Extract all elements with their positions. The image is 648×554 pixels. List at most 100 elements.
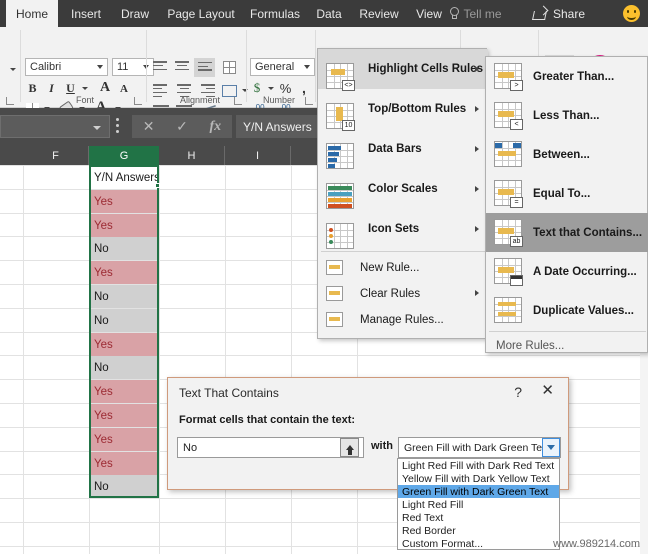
- formula-bar-kebab-icon[interactable]: [116, 118, 119, 121]
- cf-menu-item-new-rule[interactable]: New Rule...: [318, 255, 488, 280]
- ribbon-tab-home[interactable]: Home: [6, 0, 58, 27]
- currency-caret-icon[interactable]: [268, 87, 274, 90]
- cell-G14[interactable]: No: [91, 475, 157, 498]
- bold-label: B: [28, 81, 36, 96]
- data-bars-icon: [326, 143, 354, 169]
- column-header-label: G: [120, 150, 129, 162]
- dialog-text-input[interactable]: No: [177, 437, 364, 458]
- column-header-I[interactable]: I: [225, 146, 291, 165]
- cf-menu-item-data-bars[interactable]: Data Bars: [318, 129, 488, 169]
- submenu-item-duplicate-values[interactable]: Duplicate Values...: [486, 291, 648, 330]
- submenu-item-equal-to[interactable]: =Equal To...: [486, 174, 648, 213]
- cell-G4[interactable]: No: [91, 237, 157, 260]
- submenu-item-between[interactable]: Between...: [486, 135, 648, 174]
- confirm-entry-button[interactable]: ✓: [165, 118, 198, 135]
- alignment-dialog-launcher[interactable]: [234, 97, 242, 105]
- cell-G11[interactable]: Yes: [91, 404, 157, 427]
- cell-G6[interactable]: No: [91, 285, 157, 308]
- ribbon-tab-insert[interactable]: Insert: [62, 0, 110, 27]
- submenu-item-less-than[interactable]: <Less Than...: [486, 96, 648, 135]
- grid-highlight-icon: [494, 297, 522, 323]
- range-picker-icon: [346, 445, 354, 450]
- font-dialog-launcher[interactable]: [134, 97, 142, 105]
- format-option-yellow-fill-with-dark-yellow-text[interactable]: Yellow Fill with Dark Yellow Text: [398, 472, 559, 485]
- cancel-entry-button[interactable]: ✕: [132, 118, 165, 135]
- cell-G3[interactable]: Yes: [91, 214, 157, 237]
- submenu-icon-badge: =: [510, 197, 523, 208]
- dialog-close-button[interactable]: ✕: [541, 383, 554, 398]
- cell-G10[interactable]: Yes: [91, 380, 157, 403]
- format-option-red-border[interactable]: Red Border: [398, 524, 559, 537]
- cell-value: Yes: [94, 434, 113, 446]
- column-header-G[interactable]: G: [89, 146, 159, 165]
- gridline: [225, 165, 226, 554]
- number-dialog-launcher[interactable]: [305, 97, 313, 105]
- column-header-F[interactable]: F: [23, 146, 89, 165]
- number-format-combo[interactable]: General: [250, 58, 315, 76]
- chevron-right-icon: [475, 186, 479, 192]
- format-option-custom-format[interactable]: Custom Format...: [398, 537, 559, 550]
- format-option-light-red-fill-with-dark-red-text[interactable]: Light Red Fill with Dark Red Text: [398, 459, 559, 472]
- submenu-item-label: Between...: [533, 149, 590, 161]
- align-middle-button[interactable]: [175, 61, 189, 73]
- cf-menu-item-label: Color Scales: [368, 183, 438, 195]
- align-top-button[interactable]: [153, 61, 167, 73]
- font-name-combo[interactable]: Calibri: [25, 58, 108, 76]
- cf-menu-item-top-bottom-rules[interactable]: 10Top/Bottom Rules: [318, 89, 488, 129]
- ribbon-tab-page-layout[interactable]: Page Layout: [160, 0, 242, 27]
- submenu-item-more-rules[interactable]: More Rules...: [486, 333, 648, 358]
- cell-G12[interactable]: Yes: [91, 428, 157, 451]
- cell-G1[interactable]: Y/N Answers: [91, 166, 157, 189]
- cf-menu-item-manage-rules[interactable]: Manage Rules...: [318, 307, 488, 332]
- tell-me-box[interactable]: Tell me: [432, 0, 518, 27]
- gridline: [89, 165, 90, 554]
- feedback-smiley-icon[interactable]: [623, 5, 640, 22]
- format-option-red-text[interactable]: Red Text: [398, 511, 559, 524]
- ribbon-tab-data[interactable]: Data: [308, 0, 350, 27]
- cell-G7[interactable]: No: [91, 309, 157, 332]
- merge-caret-icon[interactable]: [242, 89, 248, 92]
- column-header-H[interactable]: H: [159, 146, 225, 165]
- range-picker-button[interactable]: [340, 438, 359, 457]
- dialog-help-button[interactable]: ?: [514, 384, 522, 400]
- submenu-item-a-date-occurring[interactable]: A Date Occurring...: [486, 252, 648, 291]
- ribbon-tab-formulas[interactable]: Formulas: [244, 0, 306, 27]
- grid-highlight-icon: <: [494, 102, 522, 128]
- font-size-combo[interactable]: 11: [112, 58, 154, 76]
- percent-button[interactable]: %: [278, 80, 293, 96]
- cf-menu-item-clear-rules[interactable]: Clear Rules: [318, 281, 488, 306]
- cell-G2[interactable]: Yes: [91, 190, 157, 213]
- submenu-item-text-that-contains[interactable]: abText that Contains...: [486, 213, 648, 252]
- cell-G8[interactable]: Yes: [91, 333, 157, 356]
- format-option-green-fill-with-dark-green-text[interactable]: Green Fill with Dark Green Text: [398, 485, 559, 498]
- cf-menu-item-label: Clear Rules: [360, 288, 420, 300]
- name-box[interactable]: [0, 115, 110, 138]
- clipboard-dialog-launcher[interactable]: [6, 97, 14, 105]
- cf-menu-item-color-scales[interactable]: Color Scales: [318, 169, 488, 209]
- align-bottom-button[interactable]: [194, 58, 215, 77]
- italic-label: I: [49, 81, 54, 96]
- comma-button[interactable]: ,: [297, 80, 311, 96]
- ribbon-tab-draw[interactable]: Draw: [112, 0, 158, 27]
- ribbon-tab-label: Review: [359, 7, 398, 21]
- fill-handle[interactable]: [155, 183, 160, 188]
- cell-G13[interactable]: Yes: [91, 452, 157, 475]
- cf-menu-item-highlight-cells-rules[interactable]: <>Highlight Cells Rules: [318, 49, 488, 89]
- submenu-item-greater-than[interactable]: >Greater Than...: [486, 57, 648, 96]
- ribbon-tab-review[interactable]: Review: [352, 0, 406, 27]
- format-select[interactable]: Green Fill with Dark Green Text: [398, 437, 561, 458]
- format-option-light-red-fill[interactable]: Light Red Fill: [398, 498, 559, 511]
- underline-caret-icon[interactable]: [82, 87, 88, 90]
- cf-menu-item-icon-sets[interactable]: Icon Sets: [318, 209, 488, 249]
- manage-rules-icon: [326, 312, 343, 327]
- cell-G9[interactable]: No: [91, 356, 157, 379]
- cell-G5[interactable]: Yes: [91, 261, 157, 284]
- icon-sets-icon: [326, 223, 354, 249]
- clipboard-caret-icon[interactable]: [10, 68, 16, 71]
- orientation-button[interactable]: [219, 58, 239, 77]
- share-button[interactable]: Share: [522, 0, 596, 27]
- currency-button[interactable]: $: [250, 80, 264, 96]
- insert-function-button[interactable]: fx: [199, 119, 232, 135]
- format-select-chevron-down-icon[interactable]: [542, 438, 560, 457]
- format-options-list[interactable]: Light Red Fill with Dark Red TextYellow …: [397, 458, 560, 550]
